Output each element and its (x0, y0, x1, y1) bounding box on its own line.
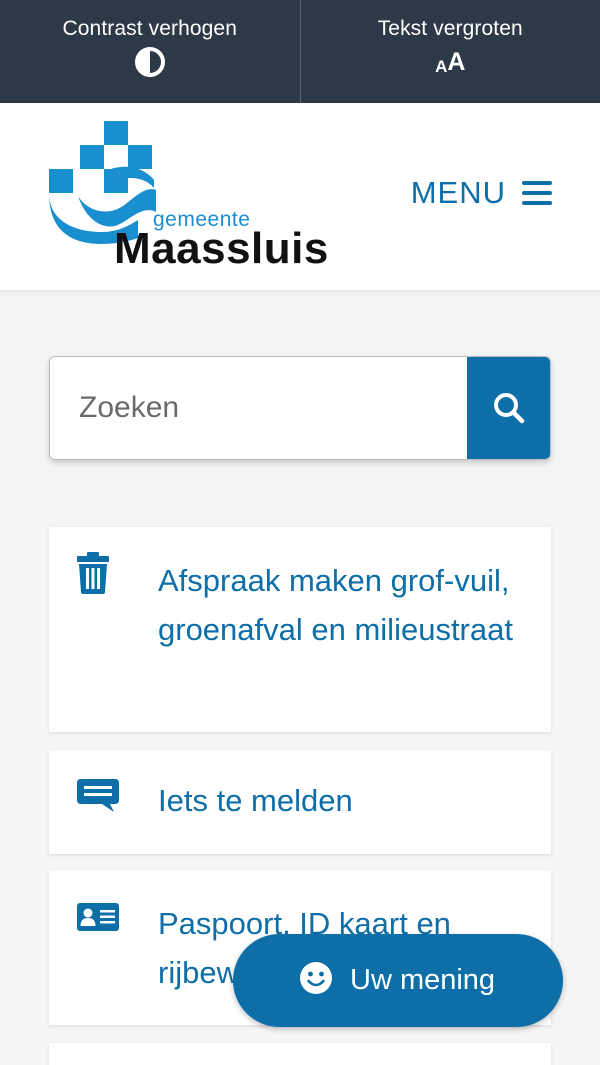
smiley-icon (299, 961, 333, 1000)
feedback-button[interactable]: Uw mening (233, 934, 563, 1027)
contrast-icon (134, 47, 166, 77)
search-input[interactable] (50, 357, 467, 459)
text-size-icon-small-a: A (435, 56, 448, 76)
text-size-icon: AA (435, 47, 465, 77)
quick-link-card[interactable] (49, 1043, 551, 1065)
trash-icon (76, 551, 110, 600)
quick-link-label: Afspraak maken grof-vuil, groenafval en … (158, 563, 513, 647)
menu-button[interactable]: MENU (411, 175, 552, 211)
accessibility-bar: Contrast verhogen Tekst vergroten AA (0, 0, 600, 103)
hamburger-icon (522, 181, 552, 205)
text-size-label: Tekst vergroten (377, 17, 523, 40)
search-bar (49, 356, 551, 460)
text-size-button[interactable]: Tekst vergroten AA (299, 0, 600, 103)
logo-name: Maassluis (114, 224, 329, 273)
site-logo[interactable]: gemeente Maassluis (48, 120, 338, 275)
site-header: gemeente Maassluis MENU (0, 103, 600, 290)
menu-label: MENU (410, 175, 506, 210)
chat-icon (76, 778, 120, 819)
id-card-icon (76, 902, 120, 937)
quick-link-label: Iets te melden (158, 783, 353, 818)
search-button[interactable] (467, 357, 550, 459)
feedback-label: Uw mening (350, 964, 496, 996)
text-size-icon-big-a: A (447, 47, 466, 76)
quick-link-card[interactable]: Iets te melden (49, 750, 551, 854)
quick-link-card[interactable]: Afspraak maken grof-vuil, groenafval en … (49, 527, 551, 732)
search-icon (493, 393, 524, 424)
contrast-toggle-button[interactable]: Contrast verhogen (0, 0, 300, 103)
contrast-label: Contrast verhogen (62, 17, 237, 40)
